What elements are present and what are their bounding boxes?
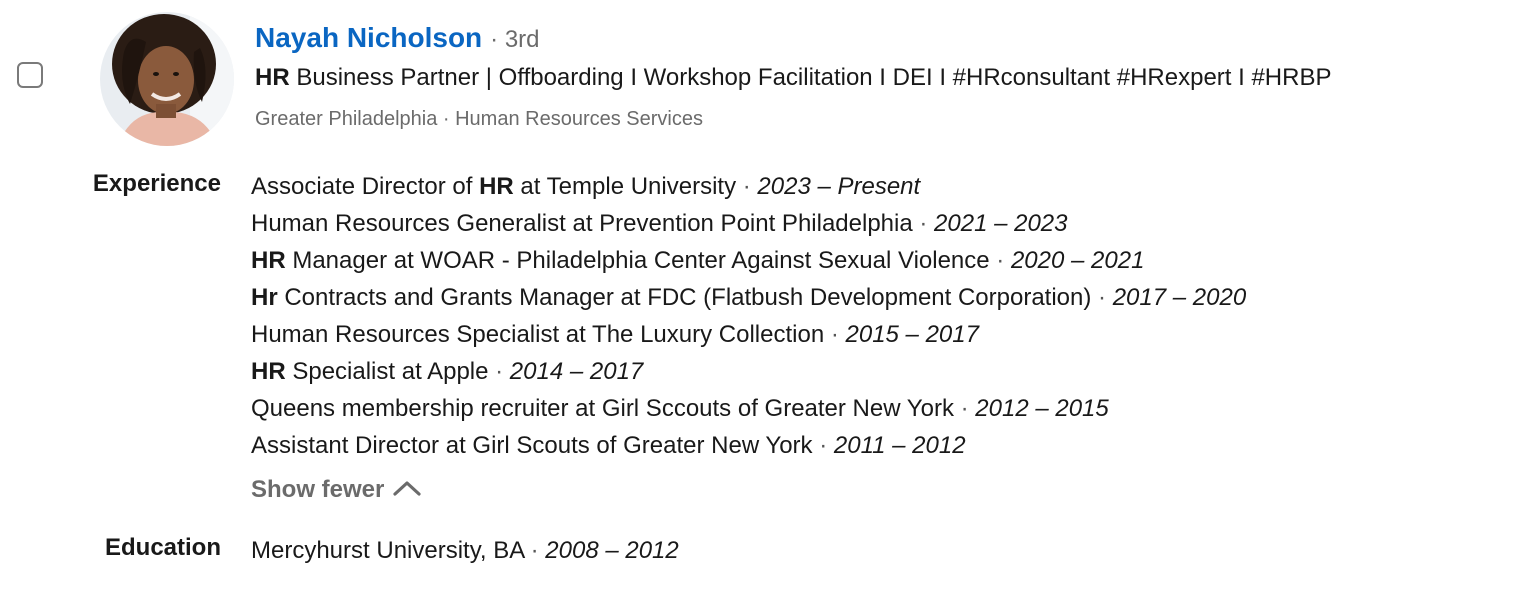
experience-dates: 2011 – 2012	[833, 432, 966, 459]
experience-list: Associate Director of HR at Temple Unive…	[251, 170, 1246, 466]
select-checkbox[interactable]	[17, 62, 43, 88]
experience-dates: 2020 – 2021	[1010, 247, 1145, 274]
experience-dates: 2014 – 2017	[509, 358, 644, 385]
experience-dates: 2012 – 2015	[975, 395, 1109, 422]
experience-dates: 2017 – 2020	[1112, 284, 1247, 311]
experience-dates: 2023 – Present	[757, 173, 921, 200]
experience-item: Assistant Director at Girl Scouts of Gre…	[251, 432, 966, 459]
experience-title: Specialist at Apple	[285, 358, 489, 385]
experience-highlight: HR	[251, 247, 286, 274]
experience-section: Experience Associate Director of HR at T…	[0, 170, 1246, 504]
education-label: Education	[104, 534, 221, 561]
experience-dates: 2021 – 2023	[934, 210, 1068, 237]
experience-item: Hr Contracts and Grants Manager at FDC (…	[251, 284, 1247, 311]
experience-item: Human Resources Generalist at Prevention…	[251, 210, 1068, 237]
connection-degree: · 3rd	[490, 26, 540, 53]
experience-title: Associate Director of	[251, 173, 480, 200]
profile-name-link[interactable]: Nayah Nicholson	[255, 22, 482, 54]
experience-item: Human Resources Specialist at The Luxury…	[251, 321, 979, 348]
profile-photo	[100, 12, 234, 146]
experience-label: Experience	[92, 170, 221, 197]
education-entry: Mercyhurst University, BA · 2008 – 2012	[251, 537, 679, 564]
headline-highlight: HR	[255, 64, 290, 91]
experience-highlight: HR	[479, 173, 514, 200]
experience-item: Queens membership recruiter at Girl Scco…	[251, 395, 1109, 422]
profile-location: Greater Philadelphia · Human Resources S…	[255, 108, 703, 130]
experience-title: Contracts and Grants Manager at FDC (Fla…	[277, 284, 1092, 311]
headline-text: Business Partner | Offboarding I Worksho…	[289, 64, 1332, 91]
experience-highlight: HR	[251, 358, 286, 385]
experience-dates: 2015 – 2017	[845, 321, 979, 348]
experience-title: at Temple University	[513, 173, 737, 200]
experience-item: HR Specialist at Apple · 2014 – 2017	[251, 358, 644, 385]
experience-item: HR Manager at WOAR - Philadelphia Center…	[251, 247, 1145, 274]
experience-item: Associate Director of HR at Temple Unive…	[251, 173, 921, 200]
avatar[interactable]	[100, 12, 234, 146]
education-dates: 2008 – 2012	[545, 537, 679, 564]
experience-title: Human Resources Generalist at Prevention…	[251, 210, 913, 237]
experience-title: Assistant Director at Girl Scouts of Gre…	[251, 432, 813, 459]
education-section: Education Mercyhurst University, BA · 20…	[0, 534, 679, 568]
profile-headline: HR Business Partner | Offboarding I Work…	[255, 64, 1516, 92]
experience-title: Manager at WOAR - Philadelphia Center Ag…	[285, 247, 990, 274]
experience-title: Queens membership recruiter at Girl Scco…	[251, 395, 954, 422]
show-fewer-label: Show fewer	[251, 476, 385, 503]
show-fewer-button[interactable]: Show fewer	[251, 476, 422, 504]
education-school: Mercyhurst University, BA	[251, 537, 524, 564]
experience-title: Human Resources Specialist at The Luxury…	[251, 321, 825, 348]
chevron-up-icon	[392, 476, 422, 504]
experience-highlight: Hr	[251, 284, 278, 311]
